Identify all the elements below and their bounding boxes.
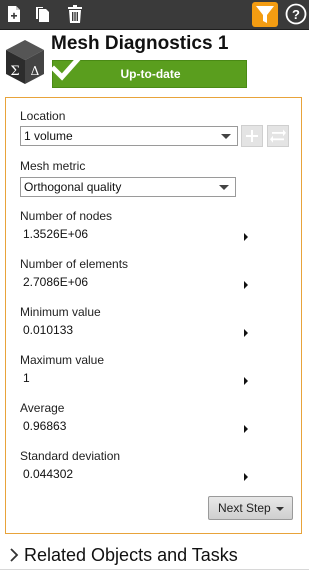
new-icon[interactable] xyxy=(3,3,25,25)
checkmark-icon xyxy=(50,54,82,84)
mesh-metric-value: Orthogonal quality xyxy=(24,180,122,194)
header: Σ Δ Mesh Diagnostics 1 Up-to-date xyxy=(0,30,309,96)
add-location-button[interactable] xyxy=(241,125,263,147)
expand-minimum-icon[interactable] xyxy=(244,329,248,337)
svg-text:Σ: Σ xyxy=(10,64,19,79)
location-label: Location xyxy=(20,109,66,123)
average-value: 0.96863 xyxy=(23,419,67,433)
next-step-label: Next Step xyxy=(218,501,271,515)
status-badge: Up-to-date xyxy=(50,55,247,88)
expand-nodes-icon[interactable] xyxy=(244,233,248,241)
next-step-button[interactable]: Next Step xyxy=(208,496,293,520)
diagnostics-panel: Location 1 volume Mesh metric Orthogonal… xyxy=(5,97,302,534)
nodes-label: Number of nodes xyxy=(20,209,113,223)
copy-icon[interactable] xyxy=(32,3,54,25)
elements-label: Number of elements xyxy=(20,257,129,271)
minimum-label: Minimum value xyxy=(20,305,101,319)
mesh-diagnostics-logo-icon: Σ Δ xyxy=(4,38,46,86)
stddev-value: 0.044302 xyxy=(23,467,74,481)
chevron-down-icon xyxy=(221,134,231,139)
related-objects-title: Related Objects and Tasks xyxy=(24,545,238,565)
elements-value: 2.7086E+06 xyxy=(23,275,89,289)
maximum-label: Maximum value xyxy=(20,353,105,367)
minimum-value: 0.010133 xyxy=(23,323,74,337)
chevron-right-icon xyxy=(9,548,19,562)
expand-stddev-icon[interactable] xyxy=(244,473,248,481)
related-objects-section[interactable]: Related Objects and Tasks xyxy=(0,541,309,571)
maximum-value: 1 xyxy=(23,371,30,385)
help-icon[interactable]: ? xyxy=(285,3,307,25)
nodes-value: 1.3526E+06 xyxy=(23,227,89,241)
location-select[interactable]: 1 volume xyxy=(20,126,238,146)
status-text: Up-to-date xyxy=(120,67,181,81)
expand-average-icon[interactable] xyxy=(244,425,248,433)
divider xyxy=(0,569,309,570)
chevron-down-icon xyxy=(219,185,229,190)
location-value: 1 volume xyxy=(24,129,73,143)
expand-maximum-icon[interactable] xyxy=(244,377,248,385)
filter-icon[interactable] xyxy=(252,2,278,27)
swap-location-button[interactable] xyxy=(267,125,289,147)
svg-text:?: ? xyxy=(292,7,300,22)
svg-text:Δ: Δ xyxy=(31,64,40,78)
page-title: Mesh Diagnostics 1 xyxy=(51,33,229,54)
mesh-metric-select[interactable]: Orthogonal quality xyxy=(20,177,236,197)
mesh-metric-label: Mesh metric xyxy=(20,159,86,173)
stddev-label: Standard deviation xyxy=(20,449,121,463)
average-label: Average xyxy=(20,401,65,415)
expand-elements-icon[interactable] xyxy=(244,281,248,289)
delete-icon[interactable] xyxy=(64,3,86,25)
chevron-down-icon xyxy=(276,507,284,511)
toolbar: ? xyxy=(0,0,309,30)
